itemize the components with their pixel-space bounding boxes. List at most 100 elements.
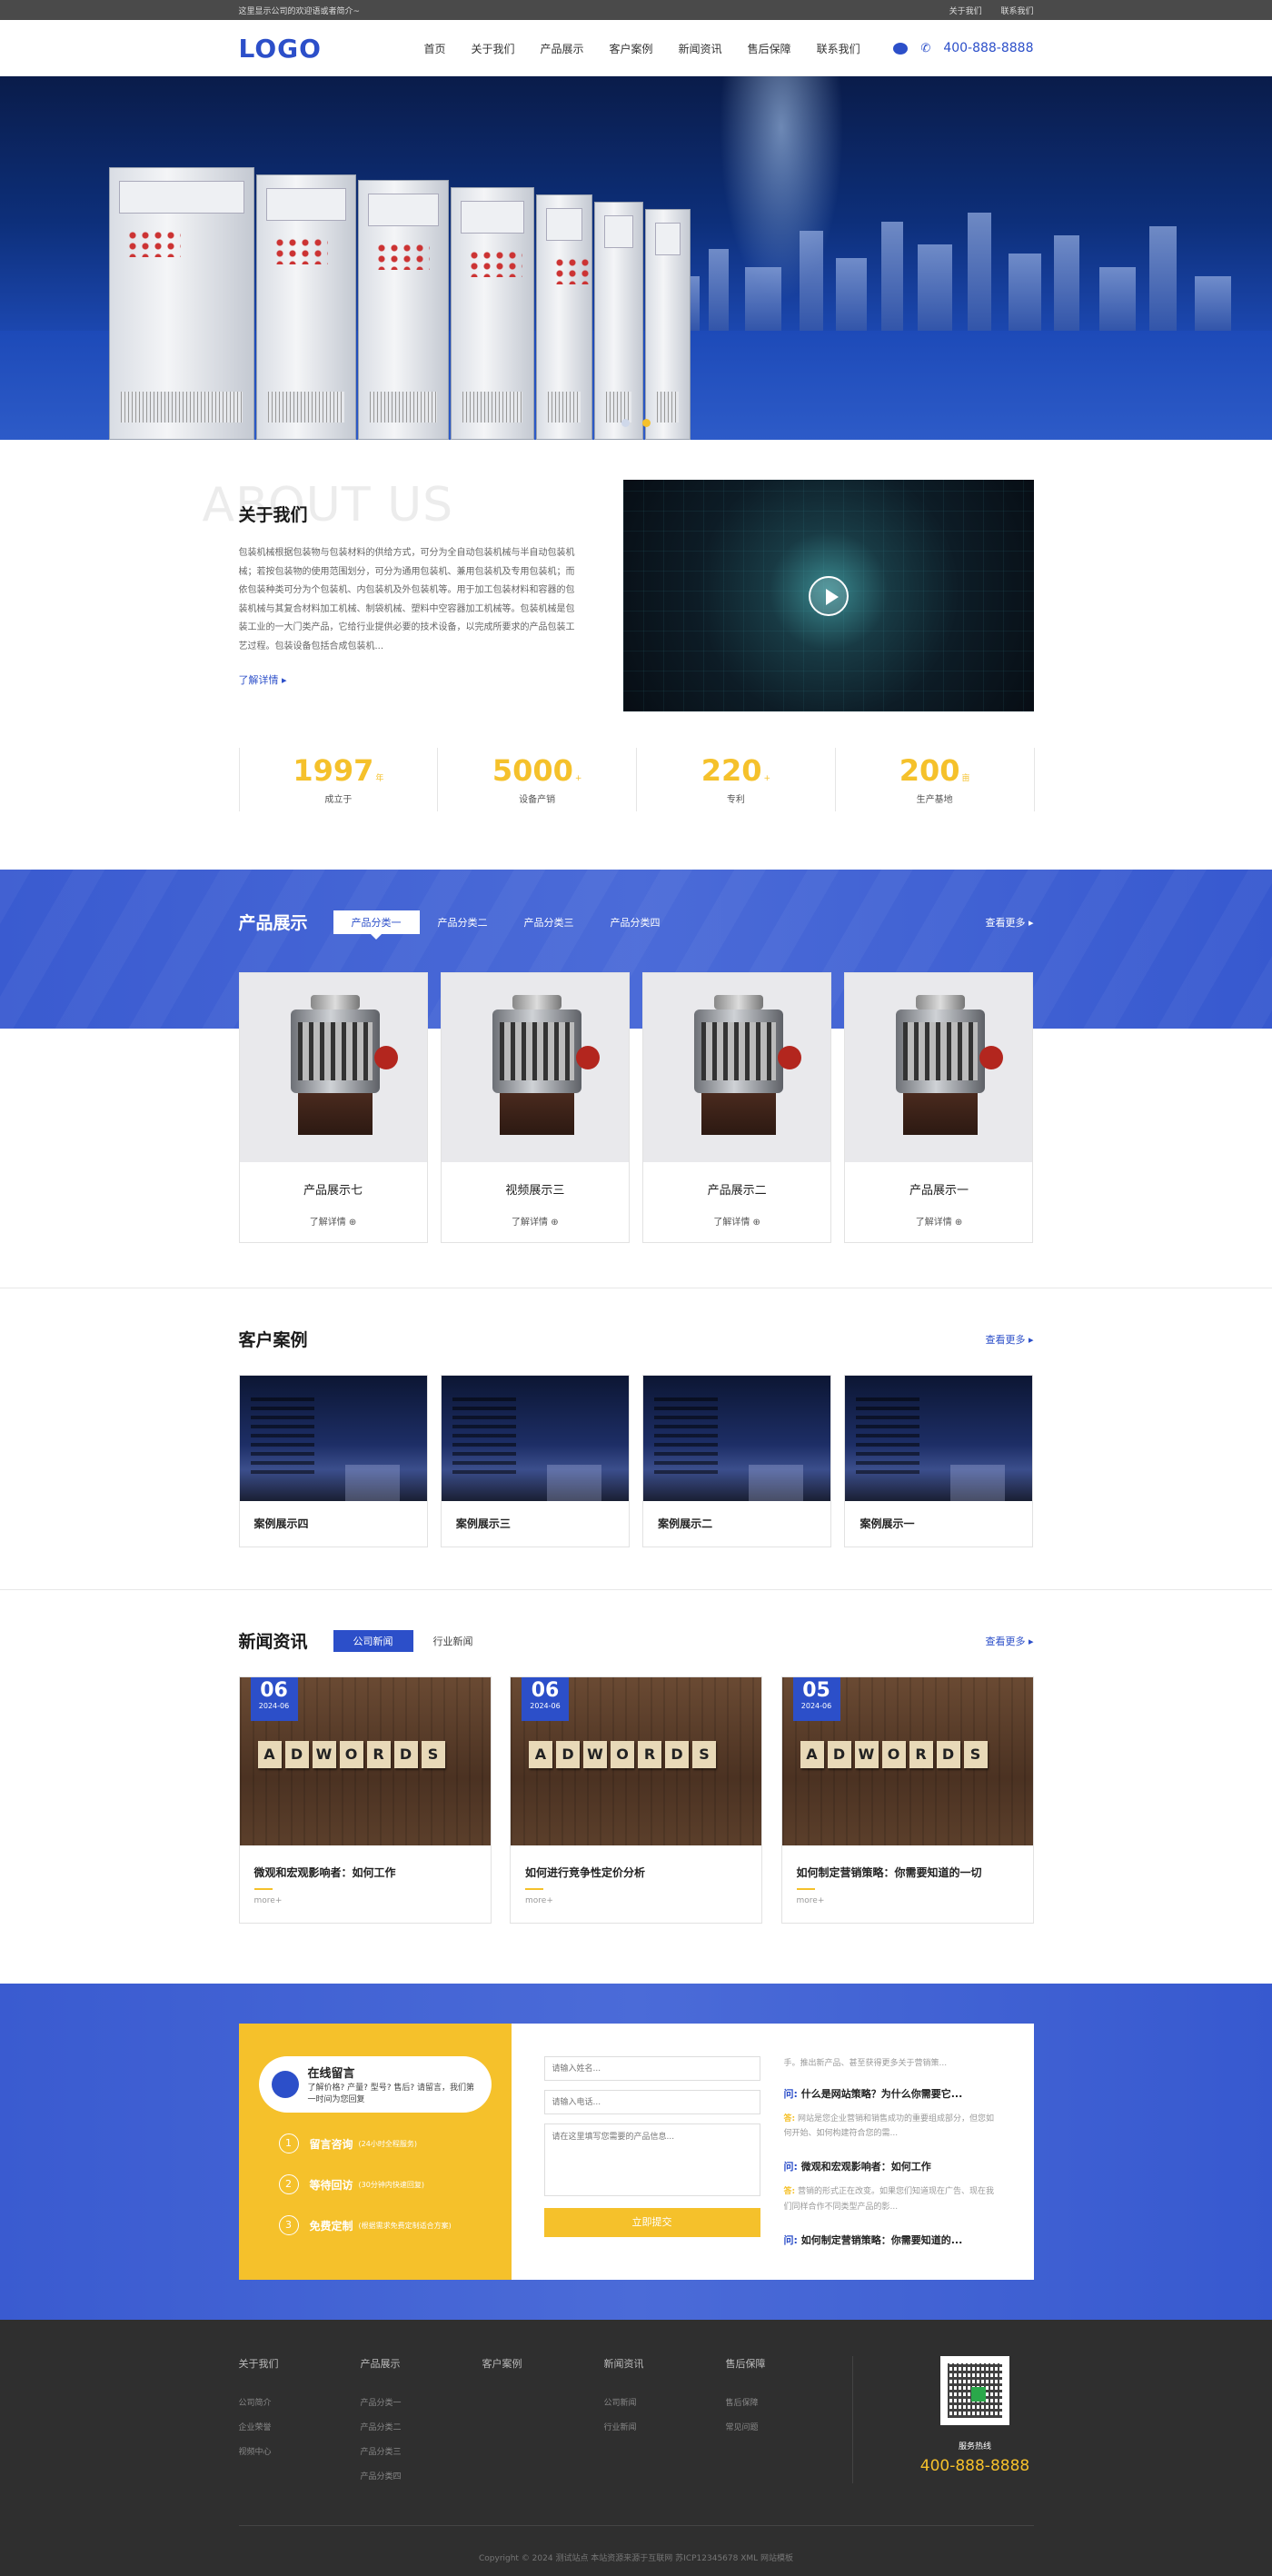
phone-input[interactable] [543,2090,760,2114]
message-form: 立即提交 [512,2024,784,2280]
news-card[interactable]: 06 2024-06 ADWORDS 微观和宏观影响者：如何工作 more+ [238,1676,492,1924]
word-tiles: ADWORDS [257,1741,472,1768]
footer-col-about: 关于我们 公司简介 企业荣誉 视频中心 [239,2356,361,2525]
wechat-icon[interactable] [893,42,909,55]
banner-pagination [0,419,1272,427]
news-more-link[interactable]: more+ [525,1896,761,1905]
product-detail-link[interactable]: 了解详情 ⊕ [845,1214,1032,1228]
footer-col-service: 售后保障 售后保障 常见问题 [726,2356,848,2525]
top-link-about[interactable]: 关于我们 [949,7,982,16]
tab-category-4[interactable]: 产品分类四 [592,910,679,934]
case-name: 案例展示二 [658,1517,713,1530]
welcome-text: 这里显示公司的欢迎语或者简介~ [238,6,361,16]
bubble-title: 在线留言 [307,2066,355,2081]
nav-cases[interactable]: 客户案例 [597,41,666,56]
faq-answer: 答: 营销的形式正在改变。如果您们知道现在广告、现在我们同样合作不同类型产品的影… [783,2187,995,2212]
product-card[interactable]: 产品展示一 了解详情 ⊕ [844,972,1034,1243]
about-video[interactable] [622,480,1034,711]
name-input[interactable] [543,2056,760,2081]
products-section: 产品展示 产品分类一 产品分类二 产品分类三 产品分类四 查看更多 ▸ 产品展示… [0,870,1272,1288]
faq-question[interactable]: 问: 微观和宏观影响者：如何工作 [784,2159,1001,2173]
banner-dot-1[interactable] [621,419,630,427]
case-image [845,1376,1033,1501]
case-card[interactable]: 案例展示一 [844,1375,1034,1547]
message-textarea[interactable] [543,2123,760,2196]
banner-city-skyline [654,204,1272,331]
hero-banner[interactable] [0,76,1272,440]
news-more-link[interactable]: more+ [254,1896,491,1905]
footer-contact: 服务热线 400-888-8888 [851,2356,1034,2483]
news-card[interactable]: 06 2024-06 ADWORDS 如何进行竞争性定价分析 more+ [510,1676,762,1924]
footer-link[interactable]: 企业荣誉 [239,2421,361,2432]
news-card[interactable]: 05 2024-06 ADWORDS 如何制定营销策略：你需要知道的一切 more… [780,1676,1034,1924]
banner-dot-2[interactable] [642,419,651,427]
about-more-link[interactable]: 了解详情 ▸ [239,672,287,687]
news-more-link[interactable]: 查看更多 ▸ [985,1634,1033,1648]
product-image [239,973,427,1162]
news-title-text: 微观和宏观影响者：如何工作 [253,1866,396,1879]
footer-link[interactable]: 产品分类一 [361,2396,482,2408]
case-name: 案例展示一 [860,1517,915,1530]
footer-link[interactable]: 视频中心 [239,2445,361,2457]
product-detail-link[interactable]: 了解详情 ⊕ [442,1214,629,1228]
hotline-label: 服务热线 [958,2442,991,2452]
cases-section: 客户案例 查看更多 ▸ 案例展示四 案例展示三 案例展示二 案例展示一 [0,1288,1272,1589]
footer-link[interactable]: 公司简介 [239,2396,361,2408]
news-image: 05 2024-06 ADWORDS [781,1677,1033,1845]
stat-sales: 5000 + 设备产销 [437,748,637,811]
footer-link[interactable]: 公司新闻 [604,2396,726,2408]
footer-link[interactable]: 产品分类四 [361,2470,482,2482]
product-image [845,973,1033,1162]
case-card[interactable]: 案例展示三 [440,1375,630,1547]
faq-question[interactable]: 问: 如何制定营销策略：你需要知道的... [784,2233,1001,2247]
tab-category-1[interactable]: 产品分类一 [333,910,420,940]
footer-link[interactable]: 行业新闻 [604,2421,726,2432]
site-logo[interactable]: LOGO [239,34,412,64]
submit-button[interactable]: 立即提交 [543,2208,760,2237]
tab-company-news[interactable]: 公司新闻 [333,1629,413,1652]
products-more-link[interactable]: 查看更多 ▸ [985,915,1033,930]
message-bubble: 在线留言 了解价格? 产量? 型号? 售后? 请留言，我们第一时间为您回复 [258,2056,492,2113]
case-name: 案例展示三 [455,1517,511,1530]
phone-icon: ✆ [920,41,931,55]
tab-category-3[interactable]: 产品分类三 [506,910,592,934]
play-icon[interactable] [808,575,849,616]
header-hotline: ✆ 400-888-8888 [893,41,1034,55]
footer-link[interactable]: 产品分类三 [361,2445,482,2457]
tab-category-2[interactable]: 产品分类二 [420,910,506,934]
faq-list: 手。推出新产品、甚至获得更多关于营销策... 问: 什么是网站策略？为什么你需要… [784,2024,1034,2280]
nav-products[interactable]: 产品展示 [528,41,597,56]
nav-home[interactable]: 首页 [412,41,459,56]
footer: 关于我们 公司简介 企业荣誉 视频中心 产品展示 产品分类一 产品分类二 产品分… [0,2320,1272,2576]
top-link-contact[interactable]: 联系我们 [1000,7,1033,16]
product-detail-link[interactable]: 了解详情 ⊕ [643,1214,830,1228]
contact-step: 1 留言咨询 (24小时全程服务) [259,2133,492,2153]
product-card[interactable]: 产品展示七 了解详情 ⊕ [238,972,428,1243]
product-detail-link[interactable]: 了解详情 ⊕ [240,1214,427,1228]
nav-about[interactable]: 关于我们 [459,41,528,56]
product-card[interactable]: 视频展示三 了解详情 ⊕ [440,972,630,1243]
case-image [239,1376,427,1501]
case-card[interactable]: 案例展示四 [238,1375,428,1547]
nav-news[interactable]: 新闻资讯 [666,41,735,56]
case-card[interactable]: 案例展示二 [642,1375,832,1547]
contact-step: 3 免费定制 (根据需求免费定制适合方案) [259,2215,492,2235]
product-name: 视频展示三 [505,1184,565,1198]
footer-link[interactable]: 常见问题 [726,2421,848,2432]
banner-cabinet-image [109,149,695,440]
product-name: 产品展示二 [707,1184,767,1198]
cases-more-link[interactable]: 查看更多 ▸ [985,1332,1033,1347]
product-card[interactable]: 产品展示二 了解详情 ⊕ [642,972,832,1243]
footer-col-news: 新闻资讯 公司新闻 行业新闻 [604,2356,726,2525]
footer-link[interactable]: 产品分类二 [361,2421,482,2432]
about-title: 关于我们 [238,505,308,525]
faq-question[interactable]: 问: 什么是网站策略？为什么你需要它... [784,2086,1001,2101]
products-title: 产品展示 [238,913,308,933]
nav-contact[interactable]: 联系我们 [804,41,873,56]
footer-link[interactable]: 售后保障 [726,2396,848,2408]
news-more-link[interactable]: more+ [797,1896,1033,1905]
footer-hotline: 400-888-8888 [919,2457,1030,2475]
header: LOGO 首页 关于我们 产品展示 客户案例 新闻资讯 售后保障 联系我们 ✆ … [0,20,1272,76]
nav-service[interactable]: 售后保障 [735,41,804,56]
tab-industry-news[interactable]: 行业新闻 [413,1630,493,1652]
